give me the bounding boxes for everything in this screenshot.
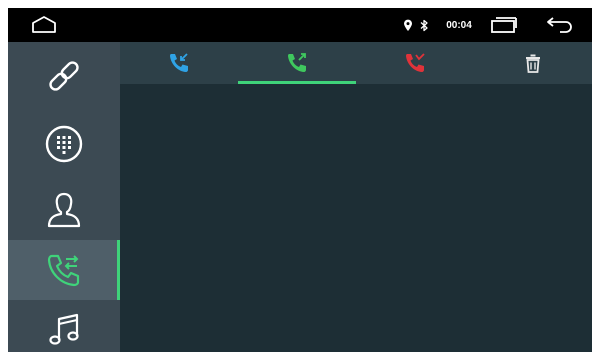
call-list bbox=[120, 84, 592, 352]
tab-outgoing-calls[interactable] bbox=[238, 42, 356, 84]
status-bar: 00:04 bbox=[8, 8, 592, 42]
link-icon bbox=[49, 61, 79, 91]
head-unit-screen: 00:04 bbox=[8, 8, 592, 352]
home-button[interactable] bbox=[26, 8, 62, 42]
dialpad-icon bbox=[45, 125, 83, 163]
trash-icon bbox=[526, 54, 540, 73]
missed-call-icon bbox=[406, 53, 425, 72]
sidebar-nav bbox=[8, 42, 120, 352]
outgoing-call-icon bbox=[288, 53, 306, 72]
recent-apps-button[interactable] bbox=[486, 8, 522, 42]
home-icon bbox=[32, 16, 56, 33]
call-log-icon bbox=[47, 254, 80, 287]
contacts-icon bbox=[47, 192, 81, 228]
call-log-tabs bbox=[120, 42, 592, 84]
sidebar-item-music[interactable] bbox=[8, 300, 120, 352]
back-icon bbox=[547, 17, 572, 33]
music-icon bbox=[49, 313, 79, 345]
sidebar-item-dialpad[interactable] bbox=[8, 114, 120, 174]
tab-incoming-calls[interactable] bbox=[120, 42, 238, 84]
recent-apps-icon bbox=[491, 17, 517, 33]
bluetooth-icon bbox=[417, 8, 431, 42]
status-clock: 00:04 bbox=[446, 19, 472, 31]
sidebar-item-contacts[interactable] bbox=[8, 180, 120, 240]
incoming-call-icon bbox=[170, 53, 188, 72]
location-pin-icon bbox=[401, 8, 415, 42]
tab-delete[interactable] bbox=[474, 42, 592, 84]
call-log-panel bbox=[120, 42, 592, 352]
tab-missed-calls[interactable] bbox=[356, 42, 474, 84]
back-button[interactable] bbox=[542, 8, 578, 42]
sidebar-item-link[interactable] bbox=[8, 46, 120, 106]
sidebar-item-call-log[interactable] bbox=[8, 240, 120, 300]
